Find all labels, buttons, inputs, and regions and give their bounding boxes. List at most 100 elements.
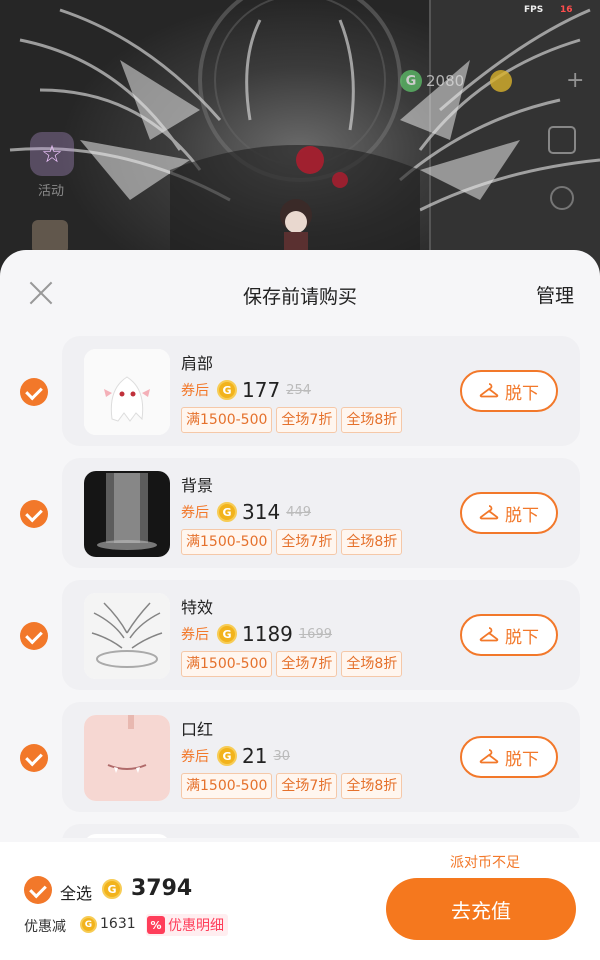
price-line: 券后 G 21 30 (181, 744, 290, 768)
coin-icon: G (217, 502, 237, 522)
fps-label: FPS (524, 5, 544, 15)
manage-button[interactable]: 管理 (536, 281, 574, 308)
creature-artwork (9, 0, 600, 270)
coupon-label: 券后 (181, 627, 209, 643)
recharge-button[interactable]: 去充值 (386, 878, 576, 940)
promo-tag: 满1500-500 (181, 651, 273, 677)
hanger-icon (479, 627, 499, 642)
item-checkbox[interactable] (20, 744, 48, 772)
gift-icon (32, 220, 68, 254)
item-price: 1189 (242, 622, 293, 646)
item-card: 背景 券后 G 314 449 满1500-500 全场7折 全场8折 脱下 (62, 458, 580, 568)
list-item: 口红 券后 G 21 30 满1500-500 全场7折 全场8折 脱下 (0, 702, 600, 812)
coin-icon: G (80, 916, 97, 933)
promo-tags: 满1500-500 全场7折 全场8折 (181, 529, 403, 555)
g-coin-icon: G (400, 70, 422, 92)
discount-details-label: 优惠明细 (168, 918, 224, 934)
purchase-sheet: 保存前请购买 管理 肩部 券后 G 177 254 满1500-500 全场7折… (0, 250, 600, 960)
background-thumbnail-icon (84, 471, 170, 557)
discount-amount: 1631 (100, 916, 136, 932)
coin-icon: G (217, 380, 237, 400)
fps-value: 16 (560, 5, 573, 15)
promo-tag: 满1500-500 (181, 529, 273, 555)
promo-tag: 全场8折 (341, 651, 403, 677)
price-line: 券后 G 177 254 (181, 378, 311, 402)
sheet-header: 保存前请购买 管理 (0, 250, 600, 336)
item-name: 肩部 (181, 354, 214, 373)
take-off-button[interactable]: 脱下 (460, 492, 558, 534)
total-price: 3794 (131, 876, 193, 901)
item-list[interactable]: 肩部 券后 G 177 254 满1500-500 全场7折 全场8折 脱下 背… (0, 336, 600, 838)
item-name: 口红 (181, 720, 214, 739)
list-item: 背景 券后 G 314 449 满1500-500 全场7折 全场8折 脱下 (0, 458, 600, 568)
promo-tag: 满1500-500 (181, 407, 273, 433)
list-item: 肩部 券后 G 177 254 满1500-500 全场7折 全场8折 脱下 (0, 336, 600, 446)
coin-icon: G (102, 879, 122, 899)
list-item-partial (62, 824, 580, 838)
activity-label: 活动 (38, 184, 65, 199)
promo-tag: 全场8折 (341, 407, 403, 433)
coin-icon: G (217, 624, 237, 644)
item-checkbox[interactable] (20, 500, 48, 528)
item-price: 177 (242, 378, 281, 402)
checkout-footer: 派对币不足 全选 G 3794 优惠减 G 1631 % 优惠明细 去充值 (0, 842, 600, 960)
coupon-label: 券后 (181, 505, 209, 521)
original-price: 254 (286, 382, 312, 398)
list-item: 特效 券后 G 1189 1699 满1500-500 全场7折 全场8折 脱下 (0, 580, 600, 690)
discount-label: 优惠减 (24, 919, 66, 935)
promo-tag: 全场8折 (341, 773, 403, 799)
sheet-title: 保存前请购买 (242, 286, 357, 308)
take-off-button[interactable]: 脱下 (460, 614, 558, 656)
price-line: 券后 G 1189 1699 (181, 622, 332, 646)
item-card: 肩部 券后 G 177 254 满1500-500 全场7折 全场8折 脱下 (62, 336, 580, 446)
currency-amount: 2080 (426, 72, 465, 90)
item-card: 特效 券后 G 1189 1699 满1500-500 全场7折 全场8折 脱下 (62, 580, 580, 690)
take-off-label: 脱下 (505, 505, 539, 526)
hanger-icon (479, 505, 499, 520)
effect-thumbnail-icon (84, 593, 170, 679)
item-checkbox[interactable] (20, 622, 48, 650)
percent-badge-icon: % (147, 916, 165, 934)
item-name: 特效 (181, 598, 214, 617)
game-scene-background: FPS 16 G 2080 + ☆ 活动 (0, 0, 600, 270)
promo-tags: 满1500-500 全场7折 全场8折 (181, 651, 403, 677)
partial-thumbnail-icon (87, 834, 167, 838)
item-checkbox[interactable] (20, 378, 48, 406)
insufficient-coins-warning: 派对币不足 (450, 855, 520, 871)
item-name: 背景 (181, 476, 214, 495)
item-thumbnail (84, 349, 170, 435)
ghost-thumbnail-icon (84, 349, 170, 435)
original-price: 30 (273, 748, 290, 764)
item-thumbnail (84, 593, 170, 679)
currency-display: G 2080 (400, 70, 464, 92)
take-off-label: 脱下 (505, 749, 539, 770)
promo-tag: 全场8折 (341, 529, 403, 555)
select-all-label[interactable]: 全选 (60, 880, 92, 904)
select-all-checkbox[interactable] (24, 876, 52, 904)
edit-icon (548, 126, 576, 154)
promo-tags: 满1500-500 全场7折 全场8折 (181, 773, 403, 799)
promo-tag: 全场7折 (276, 651, 338, 677)
side-menu-icon (550, 186, 574, 210)
take-off-button[interactable]: 脱下 (460, 370, 558, 412)
promo-tag: 满1500-500 (181, 773, 273, 799)
item-card: 口红 券后 G 21 30 满1500-500 全场7折 全场8折 脱下 (62, 702, 580, 812)
promo-tag: 全场7折 (276, 529, 338, 555)
original-price: 1699 (298, 626, 332, 642)
gold-coin-icon (490, 70, 512, 92)
item-price: 314 (242, 500, 281, 524)
price-line: 券后 G 314 449 (181, 500, 311, 524)
discount-details-link[interactable]: % 优惠明细 (146, 914, 228, 936)
hanger-icon (479, 383, 499, 398)
promo-tag: 全场7折 (276, 407, 338, 433)
item-price: 21 (242, 744, 268, 768)
take-off-label: 脱下 (505, 627, 539, 648)
hanger-icon (479, 749, 499, 764)
promo-tag: 全场7折 (276, 773, 338, 799)
take-off-button[interactable]: 脱下 (460, 736, 558, 778)
original-price: 449 (286, 504, 312, 520)
item-thumbnail (84, 715, 170, 801)
coin-icon: G (217, 746, 237, 766)
promo-tags: 满1500-500 全场7折 全场8折 (181, 407, 403, 433)
coupon-label: 券后 (181, 383, 209, 399)
